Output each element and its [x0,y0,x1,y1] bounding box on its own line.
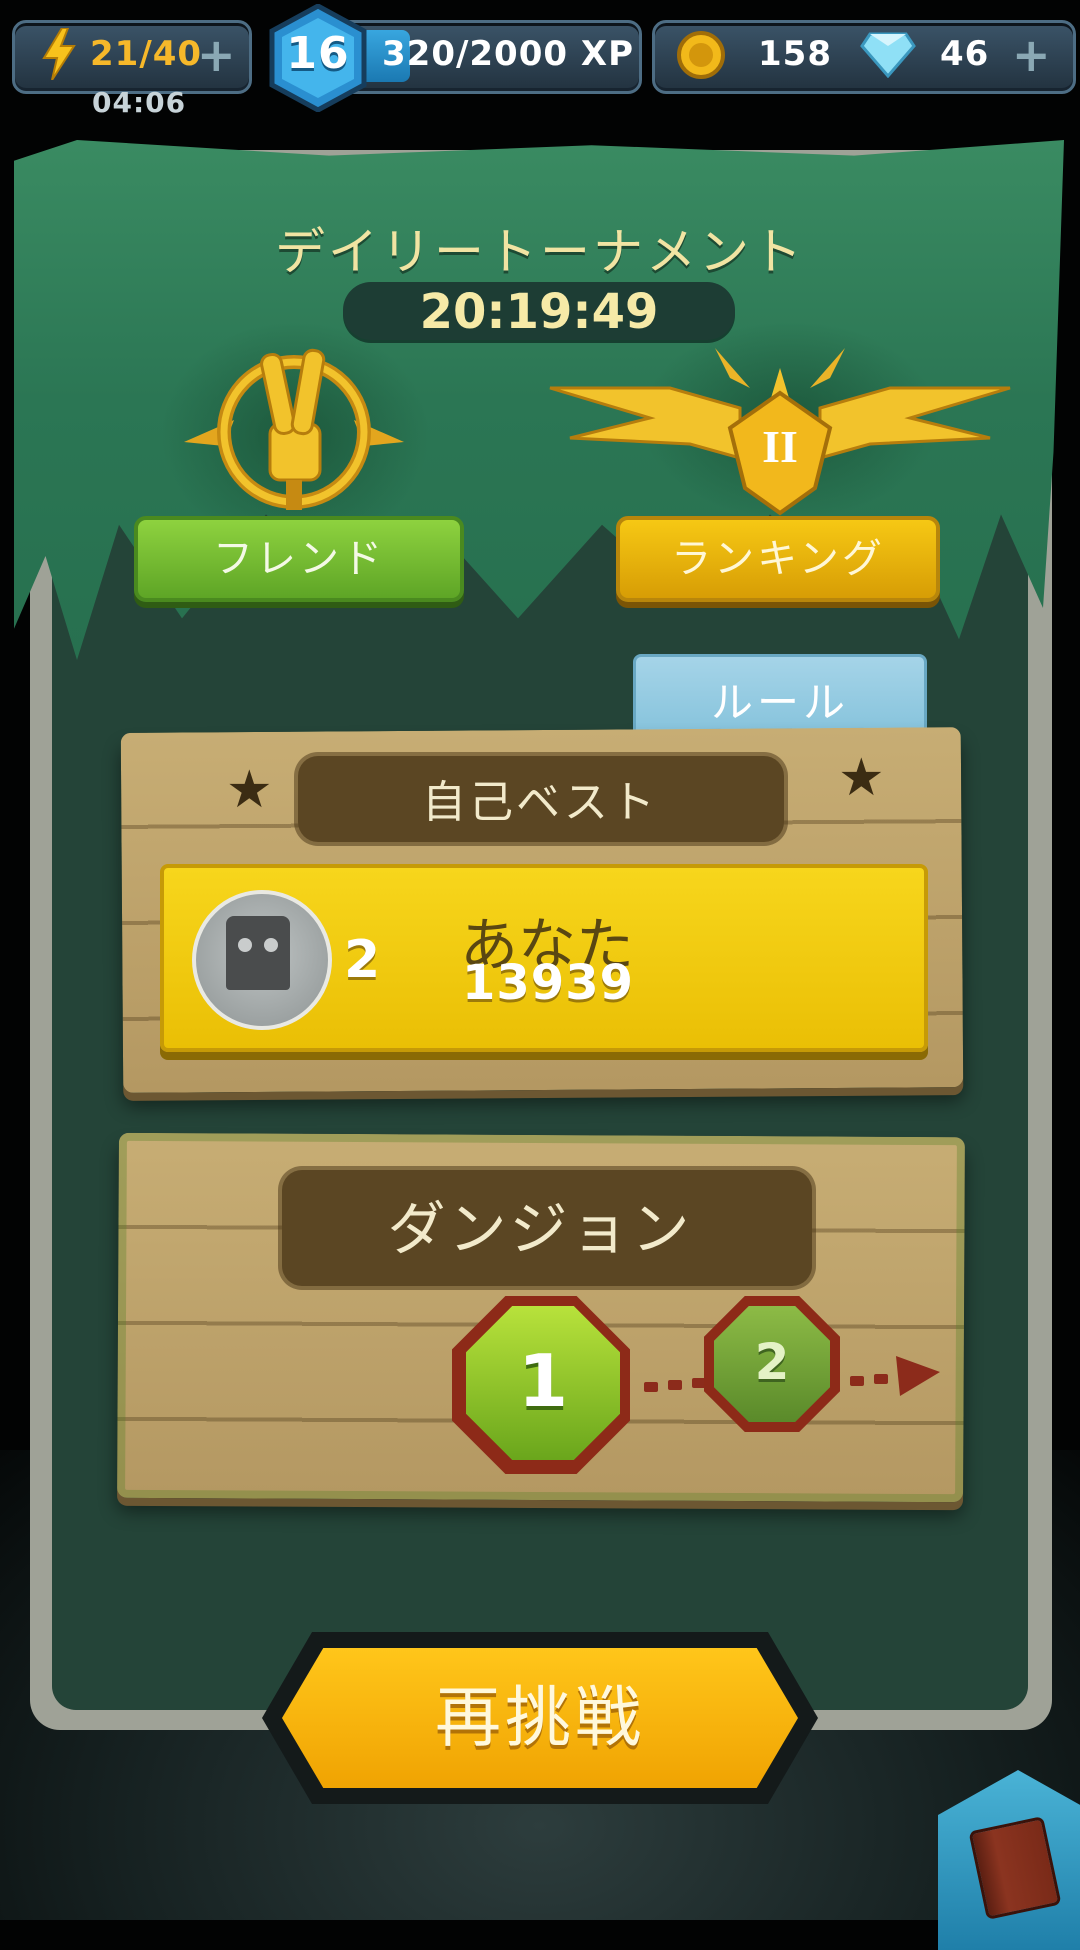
gem-count: 46 [940,34,990,74]
player-rank: 2 [344,930,381,990]
coin-count: 158 [758,34,832,74]
dungeon-node-2[interactable]: 2 [714,1306,830,1422]
countdown-timer: 20:19:49 [419,284,659,340]
ranking-button[interactable]: ランキング [616,516,940,602]
friends-button[interactable]: フレンド [134,516,464,602]
coin-icon [676,30,726,84]
energy-value: 21/40 [90,34,203,74]
player-score: 13939 [462,955,634,1011]
avatar-eye [238,938,252,952]
rank-badge-text: II [762,421,798,472]
energy-timer: 04:06 [92,86,187,119]
tournament-title: デイリートーナメント [275,223,805,281]
currency-plus-button[interactable]: + [1012,32,1051,78]
energy-plus-button[interactable]: + [197,32,236,78]
dungeon-title: ダンジョン [387,1195,693,1263]
retry-button[interactable]: 再挑戦 [282,1648,798,1788]
level-number: 16 [286,28,350,79]
avatar-robot-icon [226,916,290,990]
xp-value: 320/2000 XP [382,34,634,74]
victory-hand-emblem [164,342,424,516]
gem-icon [860,32,916,82]
lightning-icon [40,27,78,84]
avatar-eye [264,938,278,952]
personal-best-title: 自己ベスト [422,777,658,828]
